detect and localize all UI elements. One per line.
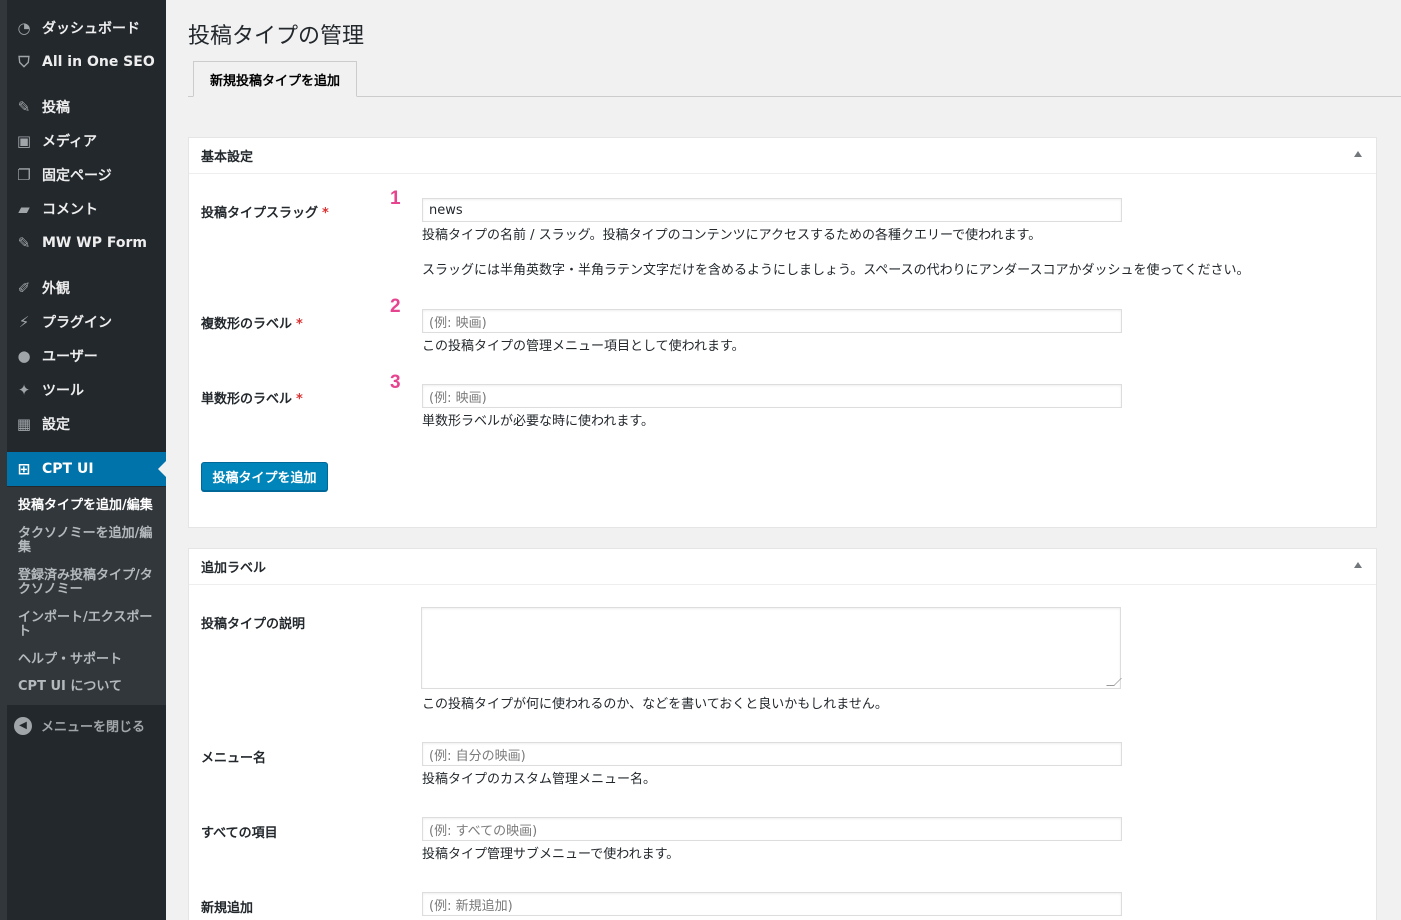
- sidebar-item-label: 固定ページ: [42, 168, 112, 184]
- plural-label: 複数形のラベル *: [201, 317, 303, 332]
- sidebar-item-appearance[interactable]: ✐ 外観: [0, 271, 166, 305]
- basic-settings-header[interactable]: 基本設定: [189, 138, 1376, 174]
- description-textarea[interactable]: [421, 607, 1122, 689]
- sidebar-item-label: 外観: [42, 281, 70, 297]
- wrench-icon: ✦: [17, 381, 31, 399]
- add-post-type-button[interactable]: 投稿タイプを追加: [201, 462, 328, 491]
- sidebar-item-cpt-ui[interactable]: ⊞ CPT UI: [7, 452, 166, 486]
- singular-label-input[interactable]: (例: 映画): [422, 384, 1122, 408]
- tab-add-new-post-type[interactable]: 新規投稿タイプを追加: [193, 61, 357, 97]
- cpt-ui-submenu: 投稿タイプを追加/編集 タクソノミーを追加/編集 登録済み投稿タイプ/タクソノミ…: [7, 487, 166, 705]
- comment-icon: ▰: [18, 200, 30, 218]
- resize-grip-icon[interactable]: [1106, 678, 1122, 686]
- sidebar-item-label: ユーザー: [42, 349, 98, 365]
- collapse-arrow-icon: ◀: [14, 716, 32, 735]
- additional-labels-box: 追加ラベル 投稿タイプの説明 この投稿タイプが何に使われるのか、などを書いておく…: [188, 548, 1377, 920]
- shield-icon: ⛉: [18, 53, 30, 71]
- admin-sidebar: ◔ ダッシュボード ⛉ All in One SEO ✎ 投稿 ▣ メディア ❐…: [0, 0, 166, 920]
- sidebar-item-label: プラグイン: [42, 315, 112, 331]
- required-mark: *: [296, 317, 303, 332]
- sidebar-item-media[interactable]: ▣ メディア: [0, 124, 166, 158]
- grid-icon: ⊞: [17, 460, 31, 478]
- submenu-registered-types[interactable]: 登録済み投稿タイプ/タクソノミー: [18, 569, 158, 597]
- sidebar-item-comments[interactable]: ▰ コメント: [0, 192, 166, 226]
- all-items-input[interactable]: (例: すべての映画): [422, 817, 1122, 841]
- all-items-help: 投稿タイプ管理サブメニューで使われます。: [422, 847, 680, 862]
- additional-labels-heading: 追加ラベル: [201, 561, 267, 576]
- annotation-number-2: 2: [390, 296, 401, 317]
- add-new-label: 新規追加: [201, 901, 254, 916]
- user-icon: ●: [17, 347, 31, 365]
- settings-icon: ▦: [16, 415, 32, 433]
- all-items-label: すべての項目: [201, 826, 278, 841]
- plural-help: この投稿タイプの管理メニュー項目として使われます。: [422, 339, 745, 354]
- pin-icon: ✎: [17, 234, 31, 252]
- required-mark: *: [322, 206, 329, 221]
- slug-input[interactable]: news: [422, 198, 1122, 222]
- basic-settings-heading: 基本設定: [201, 150, 254, 165]
- dashboard-icon: ◔: [17, 19, 31, 37]
- sidebar-item-label: 投稿: [42, 100, 70, 116]
- sidebar-item-label: メディア: [42, 134, 98, 150]
- page-title: 投稿タイプの管理: [188, 24, 365, 49]
- add-new-input[interactable]: (例: 新規追加): [422, 892, 1122, 916]
- collapse-toggle-icon[interactable]: [1354, 151, 1362, 157]
- pin-icon: ✎: [17, 98, 31, 116]
- singular-label: 単数形のラベル *: [201, 392, 303, 407]
- sidebar-item-settings[interactable]: ▦ 設定: [0, 407, 166, 441]
- sidebar-item-dashboard[interactable]: ◔ ダッシュボード: [0, 11, 166, 45]
- sidebar-item-tools[interactable]: ✦ ツール: [0, 373, 166, 407]
- sidebar-item-label: MW WP Form: [42, 235, 147, 251]
- submenu-import-export[interactable]: インポート/エクスポート: [18, 611, 158, 639]
- description-label: 投稿タイプの説明: [201, 617, 306, 632]
- tabs-divider: [188, 96, 1401, 97]
- sidebar-item-label: ダッシュボード: [42, 21, 140, 37]
- sidebar-item-label: コメント: [42, 202, 98, 218]
- submenu-add-edit-taxonomies[interactable]: タクソノミーを追加/編集: [18, 527, 158, 555]
- submenu-about[interactable]: CPT UI について: [18, 680, 158, 694]
- active-arrow: [158, 461, 166, 477]
- additional-labels-header[interactable]: 追加ラベル: [189, 549, 1376, 585]
- sidebar-item-pages[interactable]: ❐ 固定ページ: [0, 158, 166, 192]
- pages-icon: ❐: [17, 166, 31, 184]
- annotation-number-3: 3: [390, 372, 401, 393]
- collapse-toggle-icon[interactable]: [1354, 562, 1362, 568]
- menu-name-input[interactable]: (例: 自分の映画): [422, 742, 1122, 766]
- submenu-help-support[interactable]: ヘルプ・サポート: [18, 653, 158, 667]
- slug-label: 投稿タイプスラッグ *: [201, 206, 329, 221]
- required-mark: *: [296, 392, 303, 407]
- basic-settings-box: 基本設定 投稿タイプスラッグ * 1 news 投稿タイプの名前 / スラッグ。投…: [188, 137, 1377, 528]
- sidebar-item-label: All in One SEO: [42, 54, 155, 70]
- sidebar-item-mw-wp-form[interactable]: ✎ MW WP Form: [0, 226, 166, 260]
- menu-name-help: 投稿タイプのカスタム管理メニュー名。: [422, 772, 657, 787]
- sidebar-item-posts[interactable]: ✎ 投稿: [0, 90, 166, 124]
- slug-help-2: スラッグには半角英数字・半角ラテン文字だけを含めるようにしましょう。スペースの代…: [422, 263, 1250, 278]
- slug-help-1: 投稿タイプの名前 / スラッグ。投稿タイプのコンテンツにアクセスするための各種ク…: [422, 228, 1042, 243]
- sidebar-item-label: CPT UI: [42, 461, 94, 477]
- sidebar-item-plugins[interactable]: ⚡ プラグイン: [0, 305, 166, 339]
- sidebar-item-users[interactable]: ● ユーザー: [0, 339, 166, 373]
- singular-help: 単数形ラベルが必要な時に使われます。: [422, 414, 655, 429]
- sidebar-item-all-in-one-seo[interactable]: ⛉ All in One SEO: [0, 45, 166, 79]
- plural-label-input[interactable]: (例: 映画): [422, 309, 1122, 333]
- plugin-icon: ⚡: [18, 313, 30, 331]
- collapse-label: メニューを閉じる: [41, 720, 146, 735]
- media-icon: ▣: [16, 132, 32, 150]
- collapse-menu-button[interactable]: ◀ メニューを閉じる: [14, 716, 145, 735]
- sidebar-item-label: 設定: [42, 417, 70, 433]
- brush-icon: ✐: [17, 279, 31, 297]
- menu-name-label: メニュー名: [201, 751, 267, 766]
- annotation-number-1: 1: [390, 188, 401, 209]
- sidebar-item-label: ツール: [42, 383, 84, 399]
- description-help: この投稿タイプが何に使われるのか、などを書いておくと良いかもしれません。: [422, 697, 888, 712]
- submenu-add-edit-post-types[interactable]: 投稿タイプを追加/編集: [18, 499, 158, 513]
